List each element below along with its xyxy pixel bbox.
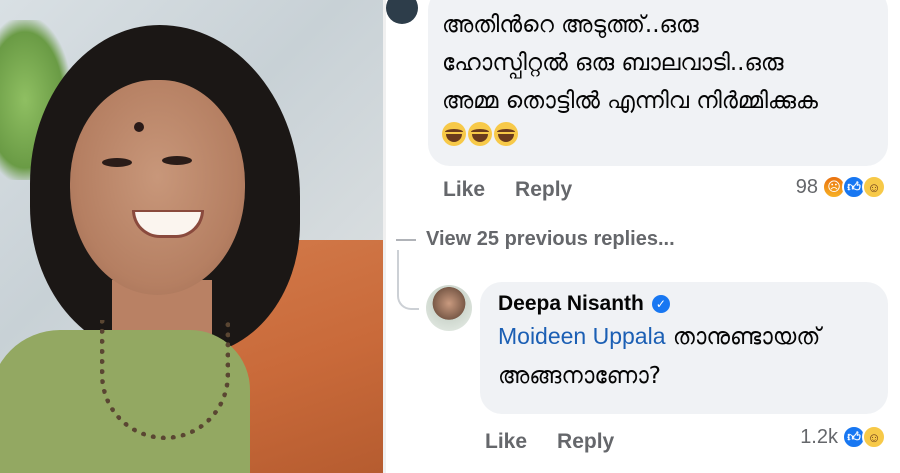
right-eye (162, 156, 192, 165)
avatar[interactable] (386, 0, 418, 24)
reply-button[interactable]: Reply (515, 178, 572, 202)
reaction-count: 98 (795, 175, 818, 198)
reply-text-line2: അങ്ങനാണോ? (498, 363, 661, 389)
comment-bubble: അതിൻറെ അടുത്ത്..ഒരു ഹോസ്പിറ്റൽ ഒരു ബാലവാ… (428, 0, 888, 166)
haha-reaction-icon: ☺ (862, 425, 886, 449)
comment-actions: Like Reply (443, 178, 572, 202)
reply-text: താനുണ്ടായത് (665, 324, 821, 350)
mention-link[interactable]: Moideen Uppala (498, 323, 666, 349)
emoji-row (442, 122, 874, 146)
laughing-tears-icon (442, 122, 466, 146)
view-previous-replies-link[interactable]: View 25 previous replies... (396, 228, 675, 251)
reply-actions: Like Reply (485, 430, 614, 454)
comment-text-line: ഹോസ്പിറ്റൽ ഒരു ബാലവാടി..ഒരു (442, 50, 784, 76)
comment-text-line: അതിൻറെ അടുത്ത്..ഒരു (442, 12, 699, 38)
bindi (134, 122, 144, 132)
comment-text-line: അമ്മ തൊട്ടിൽ എന്നിവ നിർമ്മിക്കുക (442, 88, 818, 114)
left-eye (102, 158, 132, 167)
like-button[interactable]: Like (443, 178, 485, 202)
reply-connector-line (397, 250, 419, 310)
laughing-tears-icon (468, 122, 492, 146)
verified-badge-icon: ✓ (651, 295, 670, 313)
reply-button[interactable]: Reply (557, 430, 614, 454)
like-button[interactable]: Like (485, 430, 527, 454)
profile-photo (0, 0, 383, 473)
reaction-summary[interactable]: 1.2k 👍︎ ☺ (800, 425, 886, 449)
avatar[interactable] (426, 285, 472, 331)
reaction-summary[interactable]: 98 ☹ 👍︎ ☺ (796, 175, 886, 199)
reply-bubble: Deepa Nisanth ✓ Moideen Uppala താനുണ്ടായ… (480, 282, 888, 414)
thread-connector (396, 238, 416, 241)
author-name[interactable]: Deepa Nisanth (498, 292, 644, 316)
view-previous-label: View 25 previous replies... (426, 228, 675, 250)
haha-reaction-icon: ☺ (862, 175, 886, 199)
comment-thread: അതിൻറെ അടുത്ത്..ഒരു ഹോസ്പിറ്റൽ ഒരു ബാലവാ… (383, 0, 900, 473)
reaction-count: 1.2k (800, 425, 838, 448)
laughing-tears-icon (494, 122, 518, 146)
face (70, 80, 245, 295)
